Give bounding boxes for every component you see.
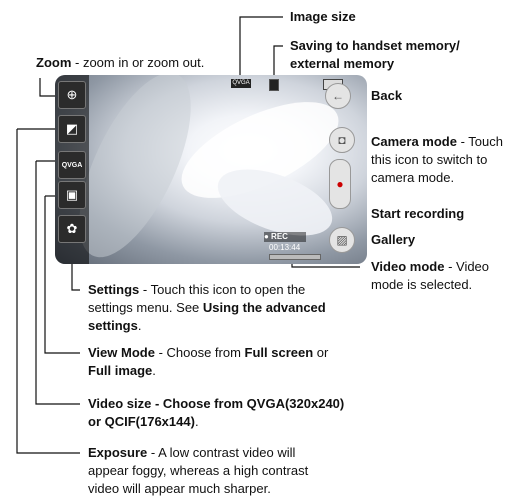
label-saving-line2: external memory xyxy=(290,56,395,71)
gallery-icon[interactable]: ▨ xyxy=(329,227,355,253)
label-camera-mode: Camera mode - Touch xyxy=(371,134,503,149)
label-video-mode-line2: mode is selected. xyxy=(371,277,473,292)
label-settings-line3: settings. xyxy=(88,318,142,333)
label-view-mode: View Mode - Choose from Full screen or xyxy=(88,345,329,360)
label-back: Back xyxy=(371,88,403,103)
label-gallery: Gallery xyxy=(371,232,416,247)
view-mode-icon[interactable]: ▣ xyxy=(58,181,86,209)
back-icon[interactable]: ← xyxy=(325,83,351,109)
recording-timer: 00:13:44 xyxy=(269,243,301,252)
zoom-icon[interactable]: ⊕ xyxy=(58,81,86,109)
settings-icon[interactable]: ✿ xyxy=(58,215,86,243)
label-settings-line2: settings menu. See Using the advanced xyxy=(88,300,326,315)
label-start-recording: Start recording xyxy=(371,206,465,221)
recording-progress-bar xyxy=(269,254,321,260)
label-image-size: Image size xyxy=(290,9,356,24)
exposure-icon[interactable]: ◩ xyxy=(58,115,86,143)
record-icon[interactable]: ● xyxy=(329,159,351,209)
left-toolbar: ⊕ ◩ QVGA ▣ ✿ xyxy=(55,75,89,264)
video-size-icon[interactable]: QVGA xyxy=(58,151,86,179)
memory-icon xyxy=(269,79,279,91)
label-exposure-line2: appear foggy, whereas a high contrast xyxy=(88,463,309,478)
label-view-mode-line2: Full image. xyxy=(88,363,156,378)
image-size-badge: QVGA xyxy=(231,79,251,88)
label-camera-mode-line2: this icon to switch to xyxy=(371,152,488,167)
label-exposure-line3: video will appear much sharper. xyxy=(88,481,271,496)
label-saving-line1: Saving to handset memory/ xyxy=(290,38,460,53)
label-video-mode: Video mode - Video xyxy=(371,259,490,274)
rec-indicator: ● REC xyxy=(264,232,306,242)
label-zoom: Zoom - zoom in or zoom out. xyxy=(36,55,205,70)
right-toolbar: ← ◘ ● ▨ xyxy=(317,75,367,264)
label-camera-mode-line3: camera mode. xyxy=(371,170,455,185)
camera-viewfinder: QVGA ⊕ ◩ QVGA ▣ ✿ ← ◘ ● ▨ ● REC 00:13:44 xyxy=(55,75,367,264)
camera-icon[interactable]: ◘ xyxy=(329,127,355,153)
label-settings: Settings - Touch this icon to open the xyxy=(88,282,306,297)
label-video-size-line2: or QCIF(176x144). xyxy=(88,414,199,429)
label-exposure: Exposure - A low contrast video will xyxy=(88,445,296,460)
label-video-size: Video size - Choose from QVGA(320x240) xyxy=(88,396,345,411)
